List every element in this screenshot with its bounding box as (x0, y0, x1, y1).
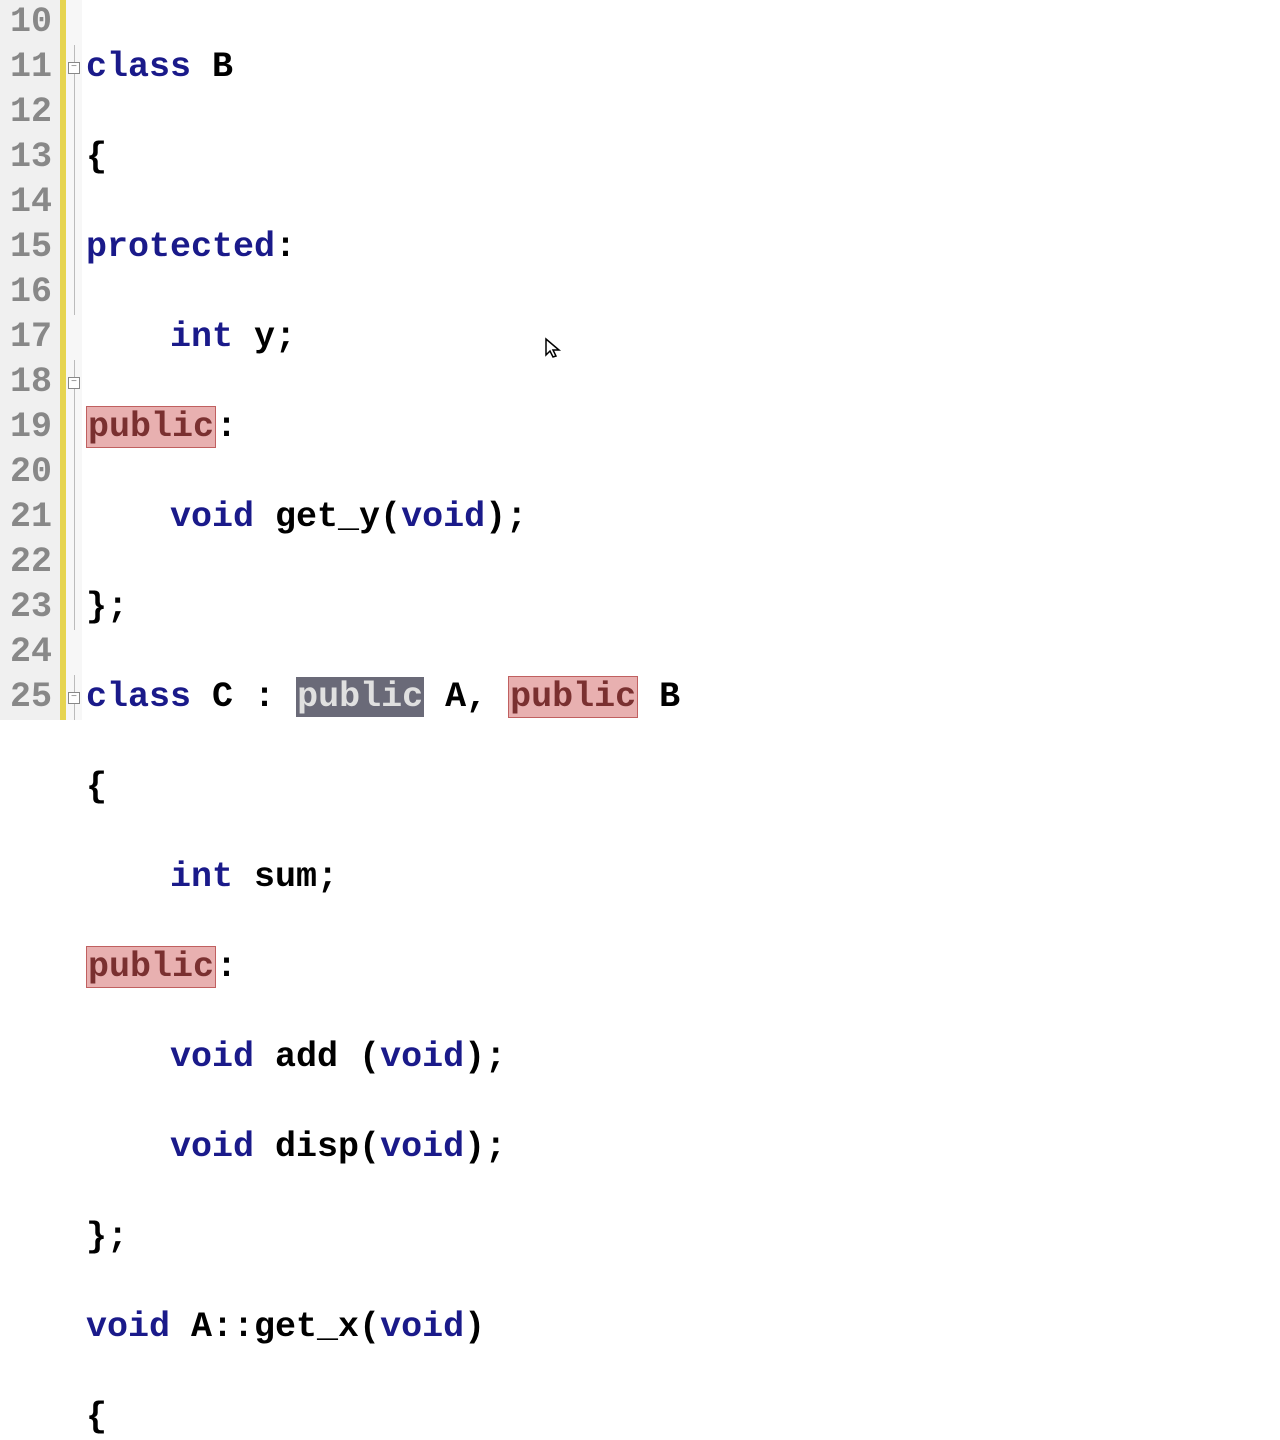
keyword-void: void (380, 1127, 464, 1167)
code-line: { (86, 135, 1280, 180)
code-line: class C : public A, public B (86, 675, 1280, 720)
fold-toggle-icon[interactable]: − (68, 62, 80, 74)
line-number: 25 (0, 675, 52, 720)
fold-column[interactable]: − − − (66, 0, 82, 720)
fold-toggle-icon[interactable]: − (68, 692, 80, 704)
code-editor-area[interactable]: class B { protected: int y; public: void… (82, 0, 1280, 720)
highlight-occurrence: public (86, 946, 216, 988)
keyword-void: void (380, 1037, 464, 1077)
line-number: 15 (0, 225, 52, 270)
line-number: 16 (0, 270, 52, 315)
keyword-int: int (170, 317, 233, 357)
fold-toggle-icon[interactable]: − (68, 377, 80, 389)
highlight-occurrence: public (508, 676, 638, 718)
code-line: void get_y(void); (86, 495, 1280, 540)
code-line: class B (86, 45, 1280, 90)
line-number: 17 (0, 315, 52, 360)
line-number-gutter: 10 11 12 13 14 15 16 17 18 19 20 21 22 2… (0, 0, 60, 720)
code-line: public: (86, 945, 1280, 990)
code-line: void disp(void); (86, 1125, 1280, 1170)
keyword-protected: protected (86, 227, 275, 267)
code-line: int sum; (86, 855, 1280, 900)
keyword-void: void (170, 1127, 254, 1167)
code-line: }; (86, 585, 1280, 630)
keyword-void: void (170, 497, 254, 537)
line-number: 10 (0, 0, 52, 45)
line-number: 14 (0, 180, 52, 225)
keyword-class: class (86, 677, 191, 717)
line-number: 22 (0, 540, 52, 585)
line-number: 19 (0, 405, 52, 450)
line-number: 12 (0, 90, 52, 135)
line-number: 21 (0, 495, 52, 540)
line-number: 23 (0, 585, 52, 630)
code-line: public: (86, 405, 1280, 450)
text-selection: public (296, 677, 424, 717)
keyword-void: void (86, 1307, 170, 1347)
line-number: 11 (0, 45, 52, 90)
line-number: 18 (0, 360, 52, 405)
code-line: void add (void); (86, 1035, 1280, 1080)
keyword-void: void (401, 497, 485, 537)
code-line: protected: (86, 225, 1280, 270)
code-line: }; (86, 1215, 1280, 1260)
line-number: 24 (0, 630, 52, 675)
line-number: 13 (0, 135, 52, 180)
code-line: void A::get_x(void) (86, 1305, 1280, 1350)
code-line: { (86, 765, 1280, 810)
keyword-void: void (170, 1037, 254, 1077)
keyword-class: class (86, 47, 191, 87)
keyword-int: int (170, 857, 233, 897)
code-line: int y; (86, 315, 1280, 360)
highlight-occurrence: public (86, 406, 216, 448)
code-line: { (86, 1395, 1280, 1440)
line-number: 20 (0, 450, 52, 495)
keyword-void: void (380, 1307, 464, 1347)
